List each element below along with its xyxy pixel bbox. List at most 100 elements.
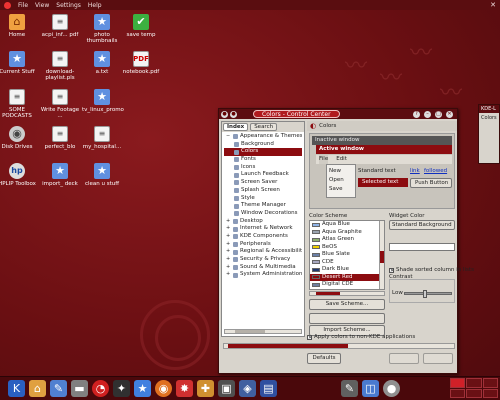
preview-standard-label[interactable]: Standard text (358, 168, 396, 174)
desktop-icon[interactable]: ★ photo thumbnails (82, 14, 122, 44)
desktop-icon[interactable]: PDF notebook.pdf (121, 51, 161, 75)
color-preview[interactable]: Inactive window Active window File Edit … (309, 133, 455, 209)
scheme-item[interactable]: Aqua Blue (310, 221, 384, 229)
expander-icon[interactable]: + (226, 225, 231, 233)
scheme-item[interactable]: Aqua Graphite (310, 229, 384, 237)
tree-item[interactable]: Launch Feedback (224, 171, 302, 179)
scheme-item[interactable]: BeOS (310, 244, 384, 252)
contrast-slider[interactable] (404, 290, 452, 298)
network-icon[interactable]: ◈ (239, 380, 256, 397)
tree-item[interactable]: + Internet & Network (224, 225, 302, 233)
speaker-icon[interactable]: ● (383, 380, 400, 397)
partial-window[interactable]: KDE-L Colors (478, 104, 500, 164)
color-scheme-list[interactable]: Aqua Blue Aqua Graphite Atlas Green BeOS Blu… (309, 220, 385, 290)
scheme-item[interactable]: Desert Red (310, 273, 384, 281)
terminal-icon[interactable]: ✦ (113, 380, 130, 397)
clipboard-icon[interactable]: ◫ (362, 380, 379, 397)
desktop-icon[interactable]: ★ Current Stuff (0, 51, 37, 75)
close-icon[interactable]: ✕ (446, 110, 453, 118)
pager-desktop[interactable] (482, 378, 498, 388)
tree-item[interactable]: + Security & Privacy (224, 256, 302, 264)
window-menu-icon[interactable]: ● (221, 110, 228, 118)
expander-icon[interactable]: + (226, 248, 231, 256)
scheme-item[interactable]: Blue Slate (310, 251, 384, 259)
home-folder-icon[interactable]: ⌂ (29, 380, 46, 397)
tree-item[interactable]: − Appearance & Themes (224, 133, 302, 141)
tree-item[interactable]: Window Decorations (224, 210, 302, 218)
tree-item[interactable]: Fonts (224, 156, 302, 164)
menu-settings[interactable]: Settings (56, 2, 81, 9)
tree-item[interactable]: + System Administration (224, 271, 302, 279)
widget-color-select[interactable]: Standard Background (389, 220, 455, 230)
widget-color-swatch[interactable] (389, 243, 455, 251)
apply-option[interactable]: ✕ Apply colors to non-KDE applications (307, 334, 415, 340)
expander-icon[interactable]: + (226, 271, 231, 279)
tree-item[interactable]: + Sound & Multimedia (224, 264, 302, 272)
notes-icon[interactable]: ✎ (341, 380, 358, 397)
scheme-item[interactable]: Dark Blue (310, 266, 384, 274)
desktop-icon[interactable]: ★ a.txt (82, 51, 122, 75)
star-icon[interactable]: ★ (134, 380, 151, 397)
preview-popup-save[interactable]: Save (329, 185, 353, 194)
preview-push-button[interactable]: Push Button (410, 178, 452, 188)
tree-item[interactable]: + Peripherals (224, 241, 302, 249)
desktop-icon[interactable]: ≡ Write Footage ... (40, 89, 80, 119)
tree-item[interactable]: + KDE Components (224, 233, 302, 241)
scheme-item[interactable]: Atlas Green (310, 236, 384, 244)
pager-desktop[interactable] (466, 378, 482, 388)
kde-menu-icon[interactable]: K (8, 380, 25, 397)
preview-followed-link[interactable]: followed (424, 167, 447, 176)
desktop-icon[interactable]: hp HPLIP Toolbox (0, 163, 37, 187)
window-close-icon[interactable]: ✕ (490, 1, 496, 9)
expander-icon[interactable]: − (226, 133, 231, 141)
tree-item[interactable]: + Regional & Accessibility (224, 248, 302, 256)
kde-menu-icon[interactable] (4, 1, 11, 9)
pager-desktop[interactable] (450, 378, 466, 388)
monitor-icon[interactable]: ▣ (218, 380, 235, 397)
scrollbar-thumb[interactable] (316, 292, 340, 295)
shade-checkbox[interactable]: ✕ (389, 267, 394, 273)
desktop-icon[interactable]: ⌂ Home (0, 14, 37, 38)
expander-icon[interactable]: + (226, 233, 231, 241)
scheme-hscrollbar[interactable] (309, 291, 385, 296)
sticky-icon[interactable]: ● (230, 110, 237, 118)
expander-icon[interactable]: + (226, 218, 231, 226)
pager-desktop[interactable] (482, 388, 498, 398)
tree-item[interactable]: + Desktop (224, 218, 302, 226)
media-icon[interactable]: ◔ (92, 380, 109, 397)
scheme-item[interactable]: CDE (310, 259, 384, 267)
desktop-icon[interactable]: ≡ acpi_inf... pdf (40, 14, 80, 38)
scheme-scrollbar[interactable] (379, 221, 384, 289)
games-icon[interactable]: ✸ (176, 380, 193, 397)
tree-item[interactable]: Icons (224, 164, 302, 172)
blank-button[interactable] (309, 313, 385, 324)
window-icon[interactable]: ▤ (260, 380, 277, 397)
minimize-icon[interactable]: – (424, 110, 431, 118)
desktop-icon[interactable]: ◉ Disk Drives (0, 126, 37, 150)
firefox-icon[interactable]: ◉ (155, 380, 172, 397)
scheme-item[interactable]: Digital CDE (310, 281, 384, 289)
tree-item[interactable]: Style (224, 195, 302, 203)
scrollbar-thumb[interactable] (235, 330, 265, 333)
menu-help[interactable]: Help (88, 2, 102, 9)
defaults-button[interactable]: Defaults (307, 353, 341, 364)
tools-icon[interactable]: ✚ (197, 380, 214, 397)
tree-item[interactable]: Background (224, 141, 302, 149)
pager-desktop[interactable] (466, 388, 482, 398)
desktop-icon[interactable]: ≡ my_hospital... (82, 126, 122, 150)
preview-popup-new[interactable]: New (329, 167, 353, 176)
apply-checkbox[interactable]: ✕ (307, 334, 312, 340)
desktop-icon[interactable]: ✔ save temp (121, 14, 161, 38)
menu-view[interactable]: View (35, 2, 49, 9)
slider-handle[interactable] (423, 290, 427, 298)
save-scheme-button[interactable]: Save Scheme... (309, 299, 385, 310)
preview-selected-text[interactable]: Selected text (358, 178, 408, 187)
expander-icon[interactable]: + (226, 241, 231, 249)
preview-popup-open[interactable]: Open (329, 176, 353, 185)
preview-menu-edit[interactable]: Edit (336, 155, 347, 164)
maximize-icon[interactable]: □ (435, 110, 442, 118)
scrollbar-thumb[interactable] (380, 251, 384, 263)
tree-item[interactable]: Colors (224, 148, 302, 157)
side-scrollbar[interactable] (224, 329, 302, 334)
tree-item[interactable]: Theme Manager (224, 202, 302, 210)
